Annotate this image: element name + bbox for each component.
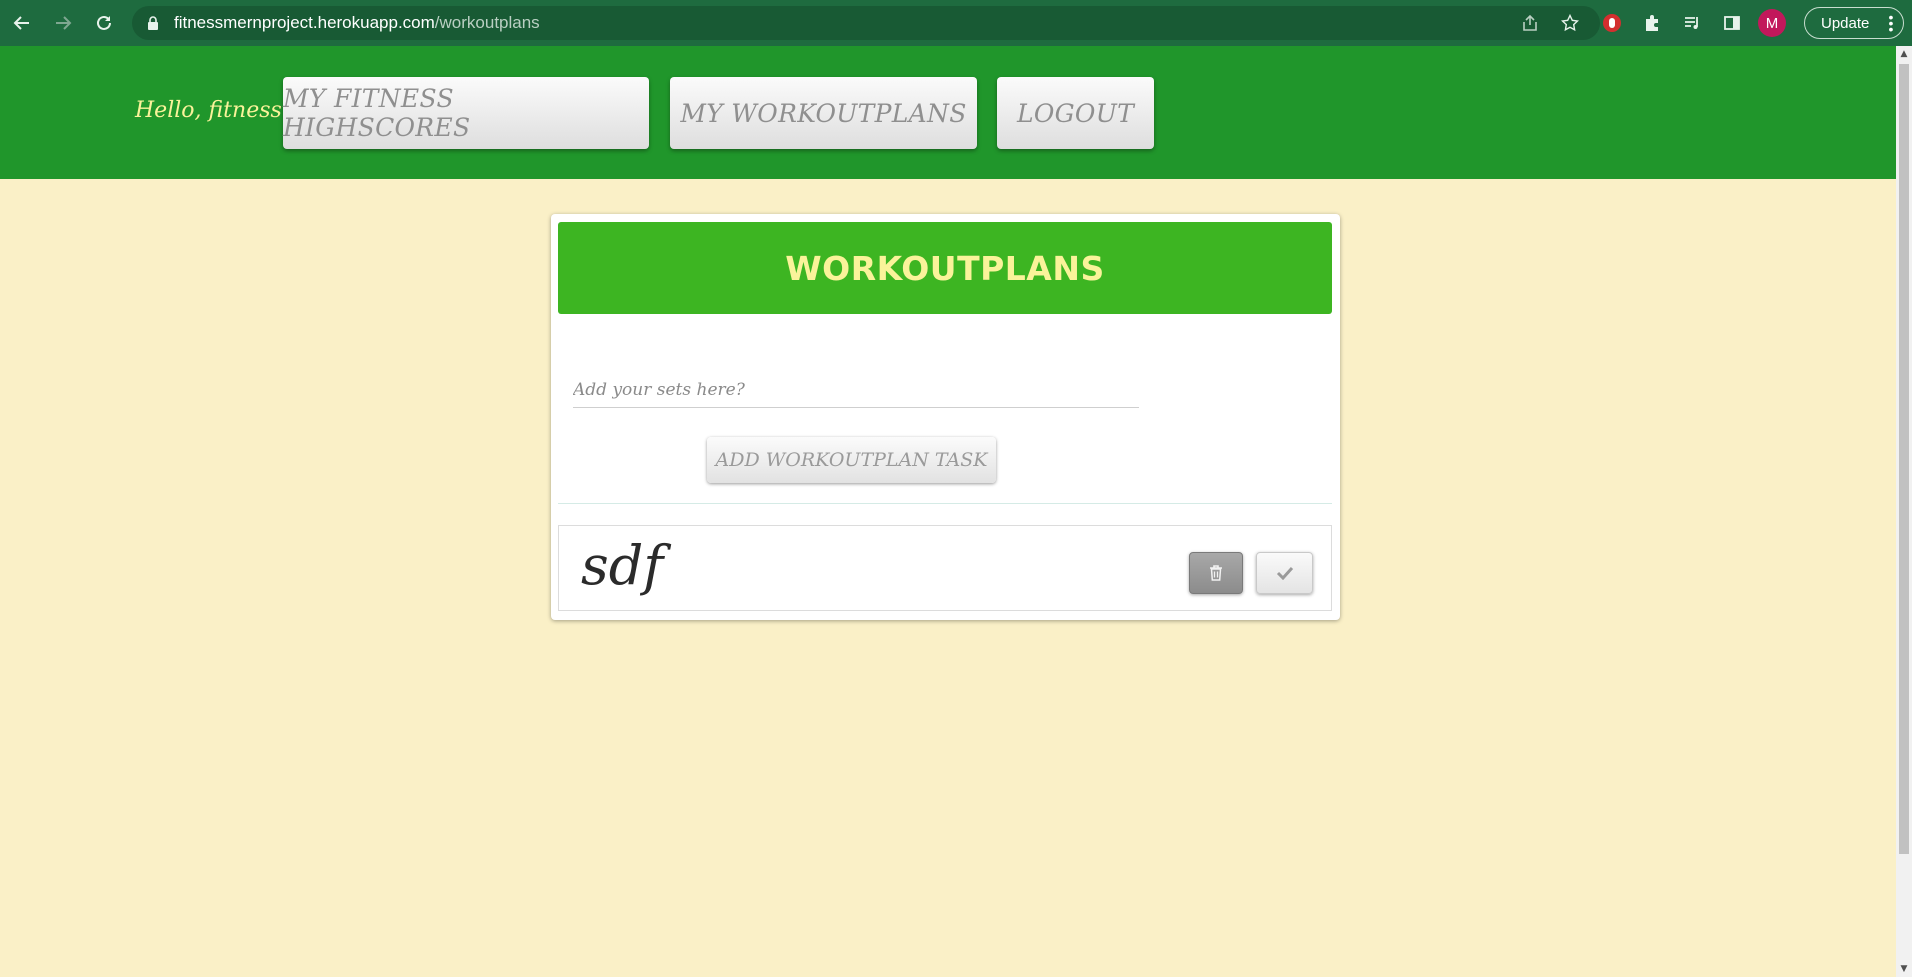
puzzle-icon[interactable] xyxy=(1632,3,1672,43)
divider xyxy=(558,503,1332,504)
menu-dots-icon: • • • xyxy=(1888,9,1894,37)
check-icon xyxy=(1276,566,1293,580)
sets-input[interactable] xyxy=(573,372,1139,408)
share-icon[interactable] xyxy=(1510,3,1550,43)
reload-icon[interactable] xyxy=(88,7,120,39)
update-label: Update xyxy=(1821,14,1870,32)
scroll-thumb[interactable] xyxy=(1899,64,1909,854)
star-icon[interactable] xyxy=(1550,3,1590,43)
scroll-down-icon[interactable]: ▼ xyxy=(1896,961,1912,977)
card-title: WORKOUTPLANS xyxy=(558,222,1332,314)
forward-icon[interactable] xyxy=(47,7,79,39)
task-text: sdf xyxy=(581,534,664,597)
back-icon[interactable] xyxy=(6,7,38,39)
workoutplans-card: WORKOUTPLANS ADD WORKOUTPLAN TASK sdf xyxy=(551,214,1340,620)
add-workoutplan-task-button[interactable]: ADD WORKOUTPLAN TASK xyxy=(707,437,996,483)
media-icon[interactable] xyxy=(1672,3,1712,43)
logout-button[interactable]: LOGOUT xyxy=(997,77,1154,149)
page-scrollbar[interactable]: ▲ ▼ xyxy=(1896,46,1912,977)
avatar: M xyxy=(1758,9,1786,37)
update-button[interactable]: Update • • • xyxy=(1804,7,1905,39)
delete-task-button[interactable] xyxy=(1189,552,1243,594)
task-row: sdf xyxy=(558,525,1332,611)
browser-toolbar: fitnessmernproject.herokuapp.com/workout… xyxy=(0,0,1912,46)
app-header: Hello, fitness1! MY FITNESS HIGHSCORES M… xyxy=(0,46,1896,179)
greeting-text: Hello, fitness1! xyxy=(135,98,305,123)
sidepanel-icon[interactable] xyxy=(1712,3,1752,43)
url-host: fitnessmernproject.herokuapp.com xyxy=(174,13,435,32)
profile-avatar[interactable]: M xyxy=(1752,3,1792,43)
address-bar[interactable]: fitnessmernproject.herokuapp.com/workout… xyxy=(132,6,1600,40)
complete-task-button[interactable] xyxy=(1256,552,1313,594)
lock-icon xyxy=(148,16,158,30)
nav-highscores-button[interactable]: MY FITNESS HIGHSCORES xyxy=(283,77,649,149)
nav-workoutplans-button[interactable]: MY WORKOUTPLANS xyxy=(670,77,977,149)
scroll-up-icon[interactable]: ▲ xyxy=(1896,46,1912,62)
trash-icon xyxy=(1210,565,1222,581)
extension-red-icon[interactable] xyxy=(1592,3,1632,43)
url-path: /workoutplans xyxy=(434,13,540,32)
